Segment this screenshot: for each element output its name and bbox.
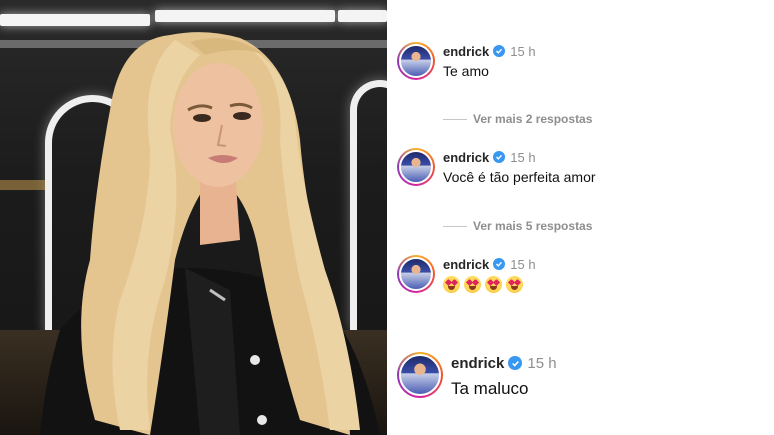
view-more-replies-label: Ver mais 5 respostas xyxy=(473,219,593,233)
comment-thread: endrick 15 h Te amo Ver mais 2 respostas… xyxy=(387,0,774,435)
comment-text: Ta maluco xyxy=(451,379,529,398)
verified-badge-icon xyxy=(493,258,506,270)
divider xyxy=(443,225,467,227)
timestamp: 15 h xyxy=(510,149,536,165)
timestamp: 15 h xyxy=(510,43,536,59)
heart-eyes-emoji-icon xyxy=(485,276,502,293)
comment-item: endrick 15 h xyxy=(397,255,536,293)
profile-photo xyxy=(0,0,387,435)
verified-badge-icon xyxy=(508,356,523,370)
username[interactable]: endrick xyxy=(443,44,489,59)
username[interactable]: endrick xyxy=(443,257,489,272)
verified-badge-icon xyxy=(493,151,506,163)
comment-item: endrick 15 h Ta maluco xyxy=(397,352,557,399)
comment-emojis xyxy=(443,276,536,293)
timestamp: 15 h xyxy=(510,256,536,272)
avatar[interactable] xyxy=(397,255,435,293)
avatar[interactable] xyxy=(397,42,435,80)
comment-item: endrick 15 h Você é tão perfeita amor xyxy=(397,148,596,186)
heart-eyes-emoji-icon xyxy=(506,276,523,293)
heart-eyes-emoji-icon xyxy=(443,276,460,293)
avatar[interactable] xyxy=(397,148,435,186)
timestamp: 15 h xyxy=(527,354,557,372)
username[interactable]: endrick xyxy=(443,150,489,165)
heart-eyes-emoji-icon xyxy=(464,276,481,293)
view-more-replies-label: Ver mais 2 respostas xyxy=(473,112,593,126)
verified-badge-icon xyxy=(493,45,506,57)
view-more-replies-button[interactable]: Ver mais 2 respostas xyxy=(443,112,592,126)
comment-text: Você é tão perfeita amor xyxy=(443,169,596,185)
comment-text: Te amo xyxy=(443,63,489,79)
comment-item: endrick 15 h Te amo xyxy=(397,42,536,80)
username[interactable]: endrick xyxy=(451,355,504,372)
divider xyxy=(443,118,467,120)
avatar[interactable] xyxy=(397,352,443,398)
woman-portrait xyxy=(40,32,380,435)
view-more-replies-button[interactable]: Ver mais 5 respostas xyxy=(443,219,592,233)
